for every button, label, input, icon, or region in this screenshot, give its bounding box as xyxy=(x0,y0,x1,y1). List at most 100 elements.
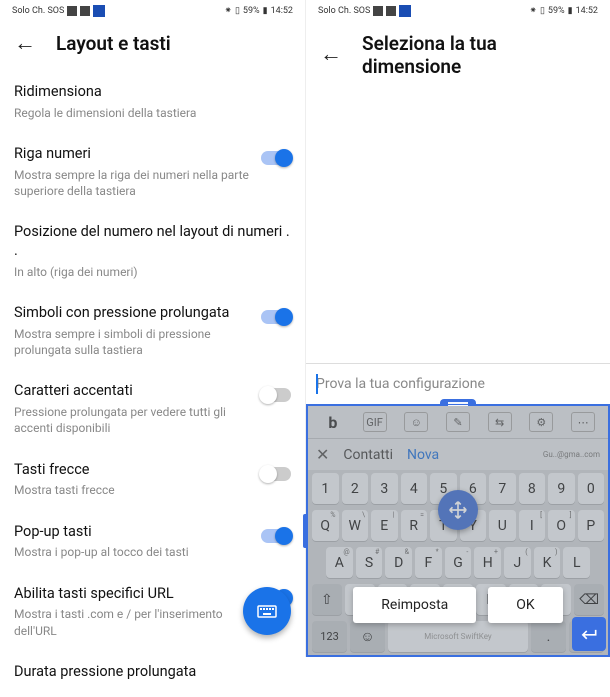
key-o[interactable]: ]O xyxy=(548,510,575,541)
battery-icon: ▮ xyxy=(568,6,573,16)
key-d[interactable]: &D xyxy=(385,547,412,578)
key-9[interactable]: 9 xyxy=(548,473,575,504)
bluetooth-icon: ⁕ xyxy=(529,6,537,16)
toggle-simboli[interactable] xyxy=(261,310,291,324)
item-desc: Mostra i pop-up al tocco dei tasti xyxy=(14,544,251,560)
key-j[interactable]: (J xyxy=(504,547,531,578)
qwerty-row-2: @A #S &D *F -G +H (J )K L xyxy=(308,544,608,581)
translate-icon[interactable]: ⇆ xyxy=(488,412,512,432)
wifi-icon xyxy=(80,6,90,16)
resize-action-buttons: Reimposta OK xyxy=(308,587,608,623)
key-e[interactable]: |E xyxy=(371,510,398,541)
suggestion-1[interactable]: Contatti xyxy=(343,447,393,463)
battery-text: 59% xyxy=(243,6,260,16)
key-r[interactable]: =R xyxy=(401,510,428,541)
app-icon xyxy=(399,5,411,17)
toggle-frecce[interactable] xyxy=(261,467,291,481)
keyboard-resize-frame[interactable]: b GIF ☺ ✎ ⇆ ⚙ ⋯ ✕ Contatti Nova Gu..@gma… xyxy=(306,404,610,657)
vibrate-icon: ▯ xyxy=(235,6,240,16)
signal-icon xyxy=(67,6,77,16)
key-h[interactable]: +H xyxy=(474,547,501,578)
wifi-icon xyxy=(386,6,396,16)
item-desc: In alto (riga dei numeri) xyxy=(14,264,291,280)
item-label: Posizione del numero nel layout di numer… xyxy=(14,223,291,261)
numeric-key[interactable]: 123 xyxy=(312,621,347,652)
signal-icon xyxy=(373,6,383,16)
key-4[interactable]: 4 xyxy=(401,473,428,504)
settings-icon[interactable]: ⚙ xyxy=(529,412,553,432)
key-2[interactable]: 2 xyxy=(342,473,369,504)
more-icon[interactable]: ⋯ xyxy=(571,412,595,432)
back-icon[interactable]: ← xyxy=(14,33,36,55)
key-p[interactable]: P xyxy=(578,510,605,541)
item-desc: Mostra sempre i simboli di pressione pro… xyxy=(14,326,251,358)
toggle-accentati[interactable] xyxy=(261,388,291,402)
key-1[interactable]: 1 xyxy=(312,473,339,504)
item-desc: Regola le dimensioni della tastiera xyxy=(14,105,291,121)
suggestion-bar: ✕ Contatti Nova Gu..@gma..com xyxy=(308,439,608,470)
app-icon xyxy=(93,5,105,17)
suggestion-2[interactable]: Nova xyxy=(407,447,439,463)
clock-text: 14:52 xyxy=(271,6,293,16)
ok-button[interactable]: OK xyxy=(488,587,562,623)
toggle-popup[interactable] xyxy=(261,529,291,543)
close-icon[interactable]: ✕ xyxy=(316,445,329,464)
qwerty-row-4: 123 ☺ Microsoft SwiftKey . ↵ xyxy=(308,618,608,655)
key-q[interactable]: %Q xyxy=(312,510,339,541)
key-3[interactable]: 3 xyxy=(371,473,398,504)
enter-icon xyxy=(579,624,599,644)
item-popup-tasti[interactable]: Pop-up tasti Mostra i pop-up al tocco dei… xyxy=(14,511,291,573)
suggestion-3[interactable]: Gu..@gma..com xyxy=(543,450,600,459)
carrier-text: Solo Ch. SOS xyxy=(12,6,64,16)
item-desc: Mostra i tasti .com e / per l'inseriment… xyxy=(14,606,251,638)
battery-text: 59% xyxy=(548,6,565,16)
key-s[interactable]: #S xyxy=(356,547,383,578)
key-f[interactable]: *F xyxy=(415,547,442,578)
item-label: Tasti frecce xyxy=(14,461,251,480)
item-desc: Pressione prolungata per vedere tutti gl… xyxy=(14,404,251,436)
item-posizione-numero[interactable]: Posizione del numero nel layout di numer… xyxy=(14,211,291,292)
gif-button[interactable]: GIF xyxy=(363,412,387,432)
item-caratteri-accentati[interactable]: Caratteri accentatiPressione prolungata … xyxy=(14,370,291,448)
item-label: Pop-up tasti xyxy=(14,523,251,542)
item-label: Abilita tasti specifici URL xyxy=(14,585,251,604)
reset-button[interactable]: Reimposta xyxy=(353,587,476,623)
emoji-key[interactable]: ☺ xyxy=(350,621,385,652)
item-durata-prolungata[interactable]: Durata pressione prolungata xyxy=(14,651,291,697)
key-8[interactable]: 8 xyxy=(519,473,546,504)
try-placeholder: Prova la tua configurazione xyxy=(316,376,485,392)
qwerty-row-1: %Q \W |E =R T Y U [I ]O P xyxy=(308,507,608,544)
bluetooth-icon: ⁕ xyxy=(224,6,232,16)
toggle-riga-numeri[interactable] xyxy=(261,151,291,165)
item-label: Ridimensiona xyxy=(14,83,291,102)
key-0[interactable]: 0 xyxy=(578,473,605,504)
page-title: Seleziona la tua dimensione xyxy=(362,32,596,78)
enter-fab[interactable] xyxy=(572,617,606,651)
header: ← Layout e tasti xyxy=(0,22,305,71)
sticker-icon[interactable]: ☺ xyxy=(404,412,428,432)
key-w[interactable]: \W xyxy=(342,510,369,541)
period-key[interactable]: . xyxy=(531,621,566,652)
key-a[interactable]: @A xyxy=(326,547,353,578)
item-simboli-prolungata[interactable]: Simboli con pressione prolungata Mostra s… xyxy=(14,292,291,370)
item-riga-numeri[interactable]: Riga numeriMostra sempre la riga dei num… xyxy=(14,133,291,211)
item-tasti-frecce[interactable]: Tasti frecceMostra tasti frecce xyxy=(14,449,291,511)
space-key[interactable]: Microsoft SwiftKey xyxy=(388,621,528,652)
key-7[interactable]: 7 xyxy=(489,473,516,504)
keyboard-fab[interactable] xyxy=(243,587,291,635)
bing-icon[interactable]: b xyxy=(321,412,345,432)
key-l[interactable]: L xyxy=(563,547,590,578)
clipboard-icon[interactable]: ✎ xyxy=(446,412,470,432)
key-k[interactable]: )K xyxy=(534,547,561,578)
vibrate-icon: ▯ xyxy=(540,6,545,16)
key-g[interactable]: -G xyxy=(445,547,472,578)
header: ← Seleziona la tua dimensione xyxy=(306,22,610,94)
move-handle-icon[interactable] xyxy=(438,490,478,530)
key-u[interactable]: U xyxy=(489,510,516,541)
try-config-input[interactable]: Prova la tua configurazione xyxy=(306,363,610,404)
item-label: Durata pressione prolungata xyxy=(14,663,291,682)
back-icon[interactable]: ← xyxy=(320,44,342,66)
item-label: Simboli con pressione prolungata xyxy=(14,304,251,323)
key-i[interactable]: [I xyxy=(519,510,546,541)
item-ridimensiona[interactable]: Ridimensiona Regola le dimensioni della t… xyxy=(14,71,291,133)
